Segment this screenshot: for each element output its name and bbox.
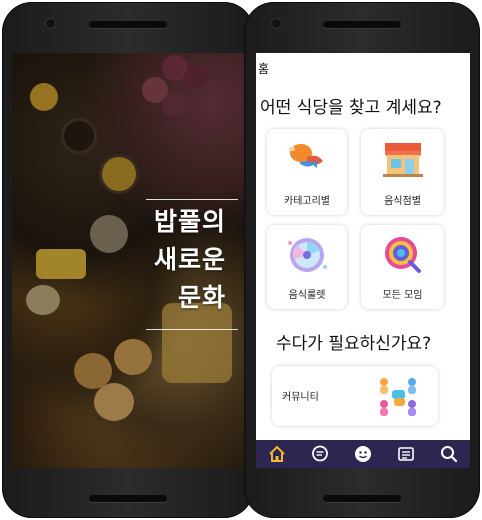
chat-question-heading: 수다가 필요하신가요? [276,334,432,354]
earpiece-speaker [89,21,167,28]
home-icon[interactable] [267,444,287,464]
community-people-icon [380,378,416,416]
roulette-card[interactable]: 음식룰렛 [267,225,347,309]
all-meetings-card-label: 모든 모임 [382,290,423,301]
search-icon[interactable] [439,444,459,464]
front-camera [272,19,281,28]
right-phone-frame: 홈 어떤 식당을 찾고 계세요? 카테고리별 음식점별 음식룰렛 모든 모임 수… [244,2,480,518]
roulette-card-label: 음식룰렛 [288,290,326,301]
splash-top-divider [146,199,238,200]
restaurant-question-heading: 어떤 식당을 찾고 계세요? [260,98,442,118]
restaurant-card-label: 음식점별 [384,196,421,207]
splash-bottom-divider [146,329,238,330]
storefront-icon [382,143,423,177]
slogan-line-1: 밥풀의 [153,207,226,236]
chat-icon[interactable] [310,444,330,464]
list-icon[interactable] [396,444,416,464]
community-card-label: 커뮤니티 [282,392,319,403]
front-camera [46,19,55,28]
all-meetings-card[interactable]: 모든 모임 [361,225,444,309]
earpiece-speaker [323,21,401,28]
all-meetings-icon [384,237,421,273]
emoji-icon[interactable] [353,444,373,464]
community-card[interactable]: 커뮤니티 [272,366,438,426]
category-card-label: 카테고리별 [284,196,330,207]
category-card[interactable]: 카테고리별 [267,129,347,215]
header-title: 홈 [258,62,270,76]
splash-screen: 밥풀의 새로운 문화 [12,53,248,468]
restaurant-card[interactable]: 음식점별 [361,129,444,215]
bottom-speaker [323,495,401,502]
home-screen: 홈 어떤 식당을 찾고 계세요? 카테고리별 음식점별 음식룰렛 모든 모임 수… [256,53,470,468]
food-category-icon [289,144,323,168]
slogan-line-3: 문화 [177,283,226,312]
bottom-nav-bar [256,440,470,468]
left-phone-frame: 밥풀의 새로운 문화 [2,2,254,518]
splash-slogan: 밥풀의 새로운 문화 [154,203,226,317]
roulette-icon [288,238,327,272]
bottom-speaker [89,495,167,502]
slogan-line-2: 새로운 [153,245,226,274]
